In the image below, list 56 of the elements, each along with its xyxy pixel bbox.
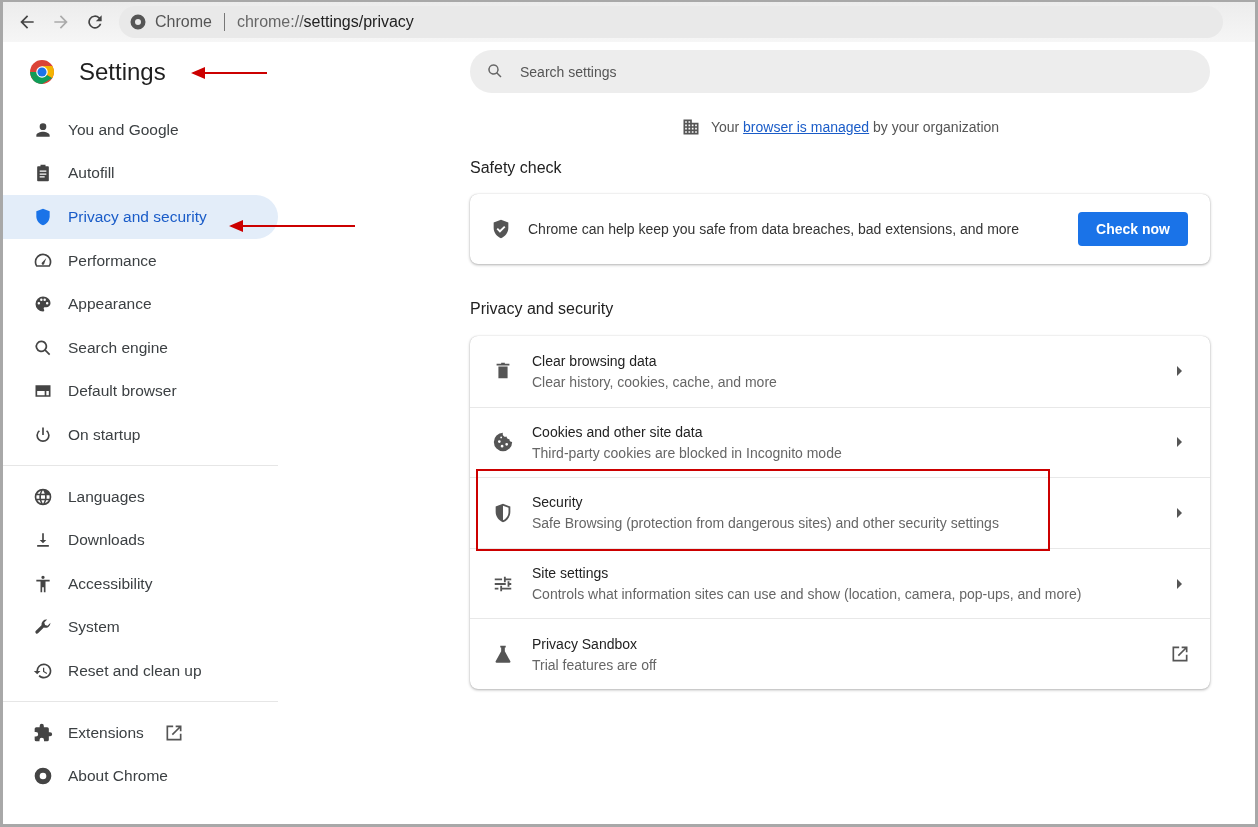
- check-now-button[interactable]: Check now: [1078, 212, 1188, 246]
- row-subtitle: Third-party cookies are blocked in Incognito mode: [532, 444, 843, 461]
- sidebar-item[interactable]: About Chrome: [3, 754, 278, 798]
- settings-row[interactable]: Security Safe Browsing (protection from dangerous sites) and other security settings: [470, 477, 1210, 548]
- sidebar-item[interactable]: On startup: [3, 413, 278, 457]
- row-title: Site settings: [532, 565, 610, 582]
- search-field[interactable]: Search settings: [470, 50, 1210, 93]
- site-label: Chrome: [155, 13, 212, 31]
- sidebar-item[interactable]: Reset and clean up: [3, 649, 278, 693]
- settings-row[interactable]: Clear browsing data Clear history, cookies, cache, and more: [470, 336, 1210, 407]
- sidebar-item[interactable]: Extensions: [3, 710, 278, 755]
- accessibility-icon: [33, 573, 53, 594]
- row-title: Clear browsing data: [532, 352, 658, 369]
- sidebar-item[interactable]: Appearance: [3, 282, 278, 326]
- search-icon: [486, 62, 504, 80]
- globe-icon: [33, 486, 53, 507]
- chrome-icon: [129, 13, 147, 31]
- safety-check-text: Chrome can help keep you safe from data breaches, bad extensions, and more: [528, 221, 1021, 237]
- sidebar-item[interactable]: Languages: [3, 474, 278, 519]
- caret-icon: [1176, 366, 1184, 377]
- sidebar-item[interactable]: You and Google: [3, 108, 278, 152]
- sidebar-item[interactable]: Autofill: [3, 151, 278, 196]
- section-heading: Safety check: [470, 159, 563, 177]
- sidebar-item[interactable]: Performance: [3, 238, 278, 283]
- row-subtitle: Clear history, cookies, cache, and more: [532, 373, 778, 390]
- settings-row[interactable]: Privacy Sandbox Trial features are off: [470, 618, 1210, 689]
- chrome-icon: [33, 766, 53, 787]
- cookie-icon: [492, 431, 514, 454]
- row-title: Privacy Sandbox: [532, 635, 639, 652]
- external-link-icon: [1170, 644, 1190, 665]
- settings-row[interactable]: Cookies and other site data Third-party cookies are blocked in Incognito mode: [470, 406, 1210, 478]
- shield-icon: [33, 207, 53, 227]
- page-title: Settings: [79, 58, 166, 86]
- row-subtitle: Safe Browsing (protection from dangerous sites) and other security settings: [532, 515, 1000, 532]
- sidebar-item[interactable]: Downloads: [3, 518, 278, 562]
- caret-icon: [1176, 508, 1184, 518]
- sidebar-item[interactable]: Accessibility: [3, 561, 278, 606]
- sidebar-item[interactable]: Search engine: [3, 325, 278, 370]
- row-title: Cookies and other site data: [532, 423, 704, 440]
- row-subtitle: Trial features are off: [532, 656, 658, 673]
- address-bar[interactable]: Chrome chrome://settings/privacy: [119, 6, 1223, 38]
- chrome-logo-icon: [29, 59, 55, 85]
- sidebar-item[interactable]: Privacy and security: [3, 195, 278, 239]
- settings-row[interactable]: Site settings Controls what information sites can use and show (location, camera, pop-ups, and more): [470, 547, 1210, 619]
- section-heading: Privacy and security: [470, 300, 615, 318]
- puzzle-icon: [33, 722, 53, 743]
- url-text: chrome://settings/privacy: [236, 13, 414, 31]
- sidebar-item[interactable]: Default browser: [3, 369, 278, 414]
- row-title: Security: [532, 494, 584, 511]
- caret-icon: [1176, 437, 1184, 448]
- row-subtitle: Controls what information sites can use and show (location, camera, pop-ups, and more): [532, 586, 1083, 603]
- caret-icon: [1176, 578, 1184, 589]
- managed-link[interactable]: browser is managed: [743, 119, 870, 135]
- sidebar-item[interactable]: System: [3, 605, 278, 650]
- managed-notice: Your browser is managed by your organization: [710, 119, 1000, 135]
- reload-icon[interactable]: [85, 12, 105, 32]
